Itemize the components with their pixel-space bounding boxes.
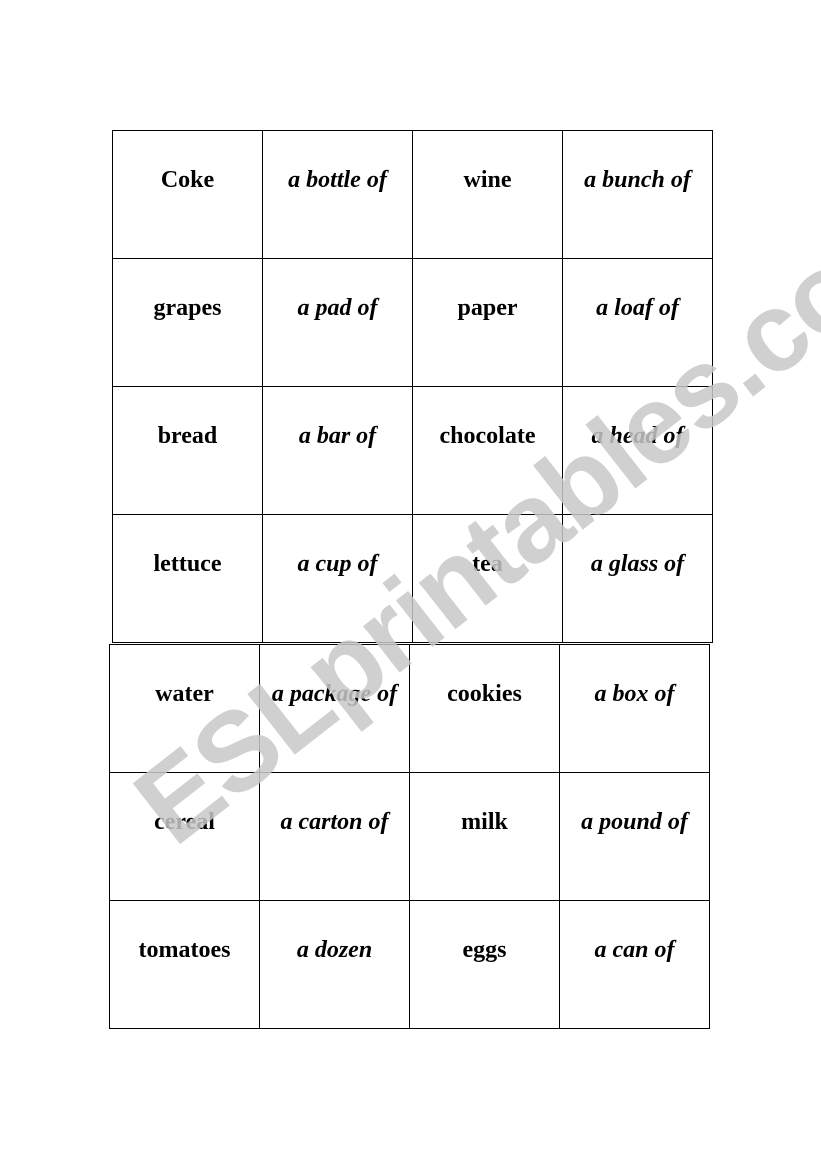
card-noun: wine <box>412 130 563 259</box>
card-noun: tea <box>412 514 563 643</box>
card-measure: a can of <box>559 900 710 1029</box>
card-measure: a dozen <box>259 900 410 1029</box>
card-measure: a box of <box>559 644 710 773</box>
card-noun: cereal <box>109 772 260 901</box>
card-measure: a loaf of <box>562 258 713 387</box>
table-row: grapes a pad of paper a loaf of <box>112 258 713 387</box>
table-row: tomatoes a dozen eggs a can of <box>109 900 710 1029</box>
card-measure: a pad of <box>262 258 413 387</box>
card-measure: a cup of <box>262 514 413 643</box>
card-noun: grapes <box>112 258 263 387</box>
card-measure: a head of <box>562 386 713 515</box>
card-noun: water <box>109 644 260 773</box>
card-noun: paper <box>412 258 563 387</box>
card-measure: a glass of <box>562 514 713 643</box>
card-table-bottom: water a package of cookies a box of cere… <box>109 644 710 1029</box>
card-noun: bread <box>112 386 263 515</box>
card-noun: cookies <box>409 644 560 773</box>
table-row: bread a bar of chocolate a head of <box>112 386 713 515</box>
card-measure: a bottle of <box>262 130 413 259</box>
card-measure: a bar of <box>262 386 413 515</box>
card-noun: Coke <box>112 130 263 259</box>
table-row: Coke a bottle of wine a bunch of <box>112 130 713 259</box>
table-row: water a package of cookies a box of <box>109 644 710 773</box>
card-measure: a pound of <box>559 772 710 901</box>
card-measure: a package of <box>259 644 410 773</box>
card-noun: milk <box>409 772 560 901</box>
card-noun: lettuce <box>112 514 263 643</box>
card-noun: eggs <box>409 900 560 1029</box>
card-measure: a bunch of <box>562 130 713 259</box>
table-row: cereal a carton of milk a pound of <box>109 772 710 901</box>
card-noun: tomatoes <box>109 900 260 1029</box>
table-row: lettuce a cup of tea a glass of <box>112 514 713 643</box>
card-measure: a carton of <box>259 772 410 901</box>
card-noun: chocolate <box>412 386 563 515</box>
card-table-top: Coke a bottle of wine a bunch of grapes … <box>112 130 713 643</box>
